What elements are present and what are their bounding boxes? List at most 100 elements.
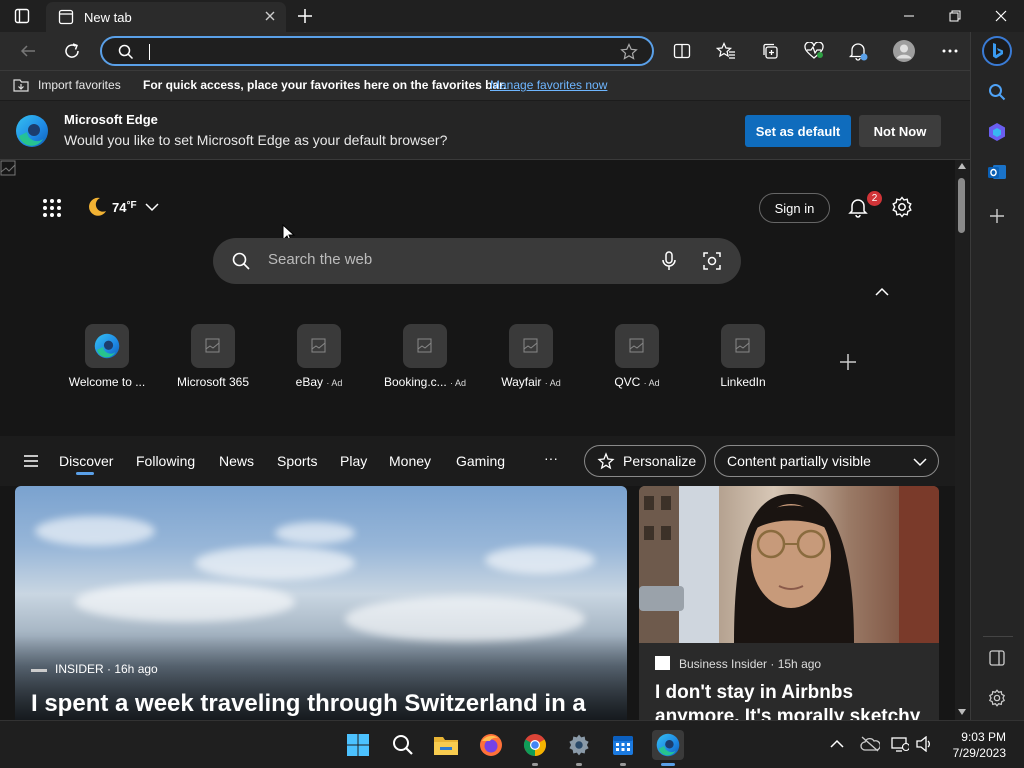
volume-icon[interactable] <box>916 736 934 752</box>
active-tab-indicator <box>76 472 94 475</box>
card-headline[interactable]: I don't stay in Airbnbs anymore. It's mo… <box>655 681 935 720</box>
quick-link-label: Booking.c... <box>383 375 447 389</box>
clock-date: 7/29/2023 <box>952 746 1006 760</box>
onedrive-offline-icon[interactable] <box>860 736 880 752</box>
system-clock[interactable]: 9:03 PM 7/29/2023 <box>948 729 1006 761</box>
weather-widget[interactable]: 74 °F <box>86 196 159 218</box>
business-insider-logo <box>655 656 670 670</box>
split-screen-icon[interactable] <box>670 39 694 63</box>
nav-sports[interactable]: Sports <box>277 453 317 469</box>
search-icon <box>118 44 134 60</box>
web-search-box[interactable] <box>213 238 741 284</box>
minimize-button[interactable] <box>886 0 932 32</box>
edge-logo-icon <box>15 114 49 148</box>
outlook-icon[interactable] <box>985 160 1009 184</box>
close-tab-icon[interactable] <box>264 10 276 22</box>
collapse-chevron-up-icon[interactable] <box>875 287 889 297</box>
card-headline[interactable]: I spent a week traveling through Switzer… <box>31 690 586 718</box>
news-card[interactable]: Business Insider · 15h ago I don't stay … <box>639 486 939 720</box>
refresh-icon[interactable] <box>60 39 84 63</box>
set-as-default-button[interactable]: Set as default <box>745 115 851 147</box>
scroll-down-arrow-icon[interactable] <box>958 709 966 715</box>
browser-essentials-icon[interactable] <box>802 39 826 63</box>
card-source: INSIDER · 16h ago <box>55 662 158 676</box>
microphone-icon[interactable] <box>661 251 677 271</box>
restore-button[interactable] <box>932 0 978 32</box>
scroll-up-arrow-icon[interactable] <box>958 163 966 169</box>
manage-favorites-link[interactable]: Manage favorites now <box>490 78 607 92</box>
quick-link-wayfair[interactable]: Wayfair · Ad <box>478 324 584 389</box>
menu-hamburger-icon[interactable] <box>23 454 39 468</box>
edge-taskbar-icon[interactable] <box>652 730 684 760</box>
add-quick-link-icon[interactable] <box>838 352 858 372</box>
moon-icon <box>86 196 108 218</box>
address-input[interactable] <box>148 42 608 60</box>
bing-copilot-icon[interactable] <box>982 36 1012 66</box>
calendar-icon[interactable] <box>608 730 638 760</box>
news-card-featured[interactable]: INSIDER · 16h ago I spent a week traveli… <box>15 486 627 720</box>
broken-image-icon <box>509 324 553 368</box>
page-scrollbar[interactable] <box>955 160 969 720</box>
favorite-star-icon[interactable] <box>620 43 638 61</box>
settings-gear-icon[interactable] <box>891 196 913 218</box>
sign-in-button[interactable]: Sign in <box>759 193 830 223</box>
show-hidden-icons-chevron-icon[interactable] <box>830 739 844 749</box>
quick-link-qvc[interactable]: QVC · Ad <box>584 324 690 389</box>
ad-label: · Ad <box>643 378 660 388</box>
profile-avatar[interactable] <box>892 39 916 63</box>
weather-unit: °F <box>126 199 137 211</box>
new-tab-page-icon <box>58 9 74 25</box>
content-visibility-dropdown[interactable]: Content partially visible <box>714 445 939 477</box>
nav-play[interactable]: Play <box>340 453 367 469</box>
import-favorites-button[interactable]: Import favorites <box>38 78 121 92</box>
nav-money[interactable]: Money <box>389 453 431 469</box>
nav-gaming[interactable]: Gaming <box>456 453 505 469</box>
sidebar-settings-gear-icon[interactable] <box>985 686 1009 710</box>
visual-search-icon[interactable] <box>702 251 722 271</box>
add-sidebar-app-icon[interactable] <box>985 204 1009 228</box>
ad-label: · Ad <box>450 378 467 388</box>
quick-link-ebay[interactable]: eBay · Ad <box>266 324 372 389</box>
collections-icon[interactable] <box>758 39 782 63</box>
more-options-icon[interactable] <box>938 39 962 63</box>
quick-link-welcome[interactable]: Welcome to ... <box>54 324 160 389</box>
address-bar[interactable] <box>100 36 654 66</box>
notifications-icon[interactable] <box>846 39 870 63</box>
web-search-input[interactable] <box>268 251 638 268</box>
broken-image-icon <box>403 324 447 368</box>
copilot-icon[interactable] <box>985 120 1009 144</box>
personalize-button[interactable]: Personalize <box>584 445 706 477</box>
bell-icon[interactable] <box>847 196 869 218</box>
close-window-button[interactable] <box>978 0 1024 32</box>
notification-badge: 2 <box>867 191 882 206</box>
windows-start-icon[interactable] <box>343 730 373 760</box>
quick-link-microsoft-365[interactable]: Microsoft 365 <box>160 324 266 389</box>
nav-news[interactable]: News <box>219 453 254 469</box>
favorites-icon[interactable] <box>714 39 738 63</box>
quick-link-booking[interactable]: Booking.c... · Ad <box>372 324 478 389</box>
tab-actions-icon[interactable] <box>14 8 30 24</box>
not-now-button[interactable]: Not Now <box>859 115 941 147</box>
card-image-cloud <box>75 582 295 622</box>
nav-more-button[interactable]: ··· <box>544 450 558 466</box>
firefox-icon[interactable] <box>476 730 506 760</box>
taskbar-search-icon[interactable] <box>388 730 418 760</box>
chrome-icon[interactable] <box>520 730 550 760</box>
quick-link-linkedin[interactable]: LinkedIn <box>690 324 796 389</box>
weather-temperature: 74 <box>112 199 127 215</box>
nav-discover[interactable]: Discover <box>59 453 113 469</box>
tab-new-tab[interactable]: New tab <box>46 2 286 32</box>
file-explorer-icon[interactable] <box>431 730 461 760</box>
new-tab-button[interactable] <box>296 7 314 25</box>
back-arrow-icon[interactable] <box>16 39 40 63</box>
settings-gear-icon[interactable] <box>564 730 594 760</box>
sparkle-star-icon <box>597 452 615 470</box>
apps-launcher-icon[interactable] <box>42 198 62 218</box>
hide-sidebar-icon[interactable] <box>985 646 1009 670</box>
search-icon[interactable] <box>985 80 1009 104</box>
nav-following[interactable]: Following <box>136 453 195 469</box>
title-bar: New tab <box>0 0 1024 32</box>
feed-navigation: Discover Following News Sports Play Mone… <box>0 436 955 486</box>
network-icon[interactable] <box>891 736 909 752</box>
scrollbar-thumb[interactable] <box>958 178 965 233</box>
